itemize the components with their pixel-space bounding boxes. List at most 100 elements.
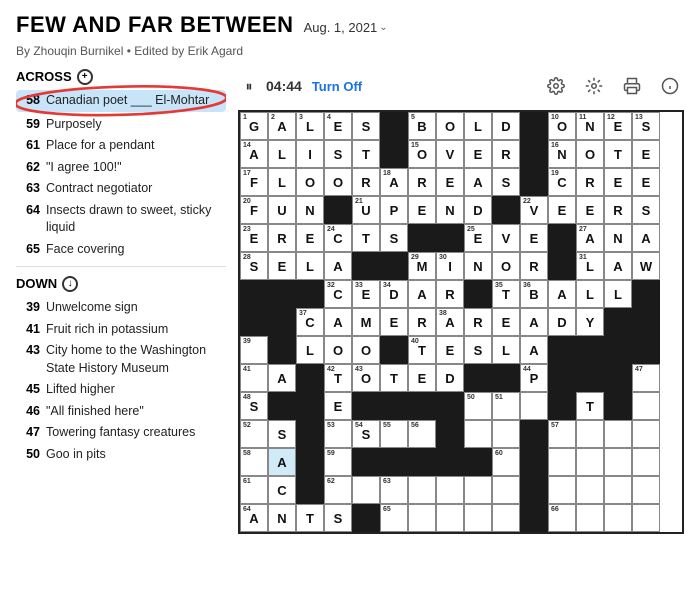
cell-r6c11[interactable]: R (520, 252, 548, 280)
cell-r14c9[interactable] (464, 476, 492, 504)
cell-r10c5[interactable]: 43O (352, 364, 380, 392)
cell-r9c3[interactable]: L (296, 336, 324, 364)
cell-r6c4[interactable]: A (324, 252, 352, 280)
cell-r6c15[interactable]: W (632, 252, 660, 280)
cell-r13c1[interactable]: 58 (240, 448, 268, 476)
cell-r11c1[interactable]: 48S (240, 392, 268, 420)
cell-r12c15[interactable] (632, 420, 660, 448)
cell-r10c4[interactable]: 42T (324, 364, 352, 392)
cell-r10c6[interactable]: T (380, 364, 408, 392)
gear-icon[interactable] (580, 72, 608, 100)
cell-r8c6[interactable]: E (380, 308, 408, 336)
cell-r12c5[interactable]: 54S (352, 420, 380, 448)
cell-r14c1[interactable]: 61 (240, 476, 268, 504)
cell-r14c7[interactable] (408, 476, 436, 504)
cell-r9c4[interactable]: O (324, 336, 352, 364)
cell-r5c13[interactable]: 27A (576, 224, 604, 252)
cell-r7c8[interactable]: R (436, 280, 464, 308)
cell-r14c12[interactable] (548, 476, 576, 504)
cell-r14c10[interactable] (492, 476, 520, 504)
cell-r2c12[interactable]: 16N (548, 140, 576, 168)
cell-r14c15[interactable] (632, 476, 660, 504)
cell-r4c13[interactable]: E (576, 196, 604, 224)
cell-r13c13[interactable] (576, 448, 604, 476)
cell-r7c4[interactable]: 32C (324, 280, 352, 308)
cell-r7c11[interactable]: 36B (520, 280, 548, 308)
cell-r6c9[interactable]: N (464, 252, 492, 280)
cell-r9c11[interactable]: A (520, 336, 548, 364)
cell-r4c2[interactable]: U (268, 196, 296, 224)
clue-across-61[interactable]: 61 Place for a pendant (16, 135, 226, 157)
cell-r5c15[interactable]: A (632, 224, 660, 252)
cell-r5c3[interactable]: E (296, 224, 324, 252)
cell-r15c10[interactable] (492, 504, 520, 532)
cell-r5c1[interactable]: 23E (240, 224, 268, 252)
cell-r9c5[interactable]: O (352, 336, 380, 364)
cell-r2c13[interactable]: O (576, 140, 604, 168)
cell-r14c5[interactable] (352, 476, 380, 504)
cell-r3c2[interactable]: L (268, 168, 296, 196)
cell-r15c8[interactable] (436, 504, 464, 532)
cell-r7c13[interactable]: L (576, 280, 604, 308)
cell-r3c3[interactable]: O (296, 168, 324, 196)
cell-r5c5[interactable]: T (352, 224, 380, 252)
cell-r7c6[interactable]: 34D (380, 280, 408, 308)
pause-button[interactable]: ⏸ (238, 75, 260, 97)
cell-r1c8[interactable]: O (436, 112, 464, 140)
clue-down-43[interactable]: 43 City home to the Washington State His… (16, 340, 226, 379)
cell-r1c13[interactable]: 11N (576, 112, 604, 140)
cell-r4c9[interactable]: D (464, 196, 492, 224)
cell-r10c2[interactable]: A (268, 364, 296, 392)
cell-r6c8[interactable]: 30I (436, 252, 464, 280)
cell-r12c4[interactable]: 53 (324, 420, 352, 448)
cell-r6c10[interactable]: O (492, 252, 520, 280)
cell-r13c12[interactable] (548, 448, 576, 476)
cell-r8c13[interactable]: Y (576, 308, 604, 336)
cell-r13c2[interactable]: A (268, 448, 296, 476)
cell-r2c4[interactable]: S (324, 140, 352, 168)
cell-r12c2[interactable]: S (268, 420, 296, 448)
clue-across-63[interactable]: 63 Contract negotiator (16, 178, 226, 200)
cell-r12c6[interactable]: 55 (380, 420, 408, 448)
clue-across-65[interactable]: 65 Face covering (16, 239, 226, 261)
cell-r3c7[interactable]: R (408, 168, 436, 196)
date-chevron-icon[interactable]: ⌄ (379, 22, 387, 33)
cell-r3c14[interactable]: E (604, 168, 632, 196)
cell-r8c3[interactable]: 37C (296, 308, 324, 336)
cell-r4c11[interactable]: 22V (520, 196, 548, 224)
cell-r3c15[interactable]: E (632, 168, 660, 196)
across-circle-btn[interactable]: + (77, 69, 93, 85)
cell-r15c4[interactable]: S (324, 504, 352, 532)
print-icon[interactable] (618, 72, 646, 100)
cell-r13c10[interactable]: 60 (492, 448, 520, 476)
cell-r3c13[interactable]: R (576, 168, 604, 196)
cell-r14c4[interactable]: 62 (324, 476, 352, 504)
cell-r15c15[interactable] (632, 504, 660, 532)
cell-r14c13[interactable] (576, 476, 604, 504)
cell-r10c15[interactable]: 47 (632, 364, 660, 392)
cell-r15c14[interactable] (604, 504, 632, 532)
cell-r9c8[interactable]: E (436, 336, 464, 364)
settings-cog-icon[interactable] (542, 72, 570, 100)
cell-r15c13[interactable] (576, 504, 604, 532)
cell-r11c15[interactable] (632, 392, 660, 420)
cell-r1c2[interactable]: 2A (268, 112, 296, 140)
cell-r2c3[interactable]: I (296, 140, 324, 168)
cell-r3c5[interactable]: R (352, 168, 380, 196)
cell-r12c12[interactable]: 57 (548, 420, 576, 448)
cell-r11c10[interactable]: 51 (492, 392, 520, 420)
cell-r15c9[interactable] (464, 504, 492, 532)
clue-down-41[interactable]: 41 Fruit rich in potassium (16, 319, 226, 341)
cell-r10c8[interactable]: D (436, 364, 464, 392)
cell-r7c10[interactable]: 35T (492, 280, 520, 308)
cell-r12c10[interactable] (492, 420, 520, 448)
cell-r2c15[interactable]: E (632, 140, 660, 168)
cell-r10c11[interactable]: 44P (520, 364, 548, 392)
cell-r13c4[interactable]: 59 (324, 448, 352, 476)
cell-r2c9[interactable]: E (464, 140, 492, 168)
cell-r8c7[interactable]: R (408, 308, 436, 336)
cell-r4c1[interactable]: 20F (240, 196, 268, 224)
clue-down-45[interactable]: 45 Lifted higher (16, 379, 226, 401)
cell-r5c2[interactable]: R (268, 224, 296, 252)
cell-r6c13[interactable]: 31L (576, 252, 604, 280)
